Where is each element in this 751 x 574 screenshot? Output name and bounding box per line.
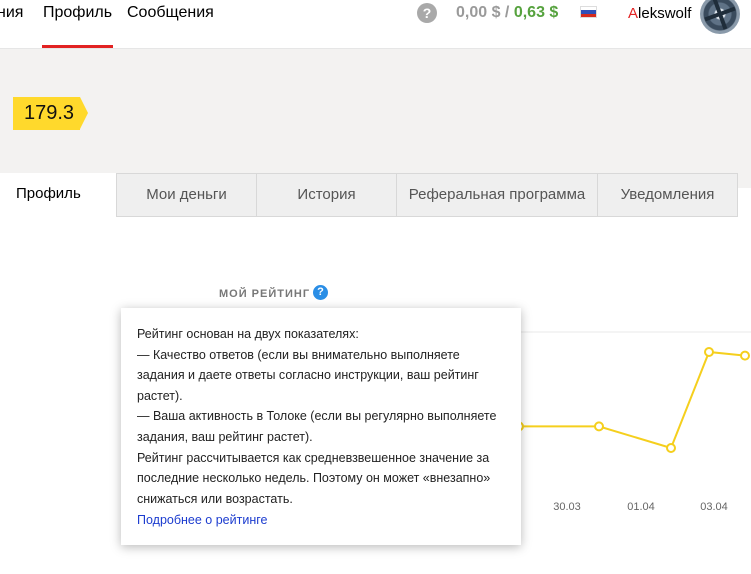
username-rest: lekswolf <box>638 5 692 22</box>
balance-main: 0,00 $ <box>456 4 501 21</box>
rating-section-title: МОЙ РЕЙТИНГ <box>219 288 311 300</box>
nav-item-tasks[interactable]: ния <box>0 4 23 22</box>
balance[interactable]: 0,00 $ / 0,63 $ <box>456 4 558 22</box>
tab-referral[interactable]: Реферальная программа <box>396 173 598 217</box>
x-tick-label-1: 30.03 <box>553 501 581 513</box>
rating-tooltip: Рейтинг основан на двух показателях: — К… <box>121 308 521 545</box>
balance-bonus: 0,63 $ <box>513 4 559 21</box>
tooltip-line-4: Рейтинг рассчитывается как средневзвешен… <box>137 450 491 506</box>
rating-more-link[interactable]: Подробнее о рейтинге <box>137 510 267 530</box>
username[interactable]: Alekswolf <box>628 5 691 22</box>
russia-flag-icon[interactable] <box>580 6 597 18</box>
tooltip-line-1: Рейтинг основан на двух показателях: <box>137 327 359 341</box>
tab-profile[interactable]: Профиль <box>0 173 117 217</box>
rating-point-4[interactable] <box>704 347 714 357</box>
help-icon[interactable]: ? <box>417 3 437 23</box>
avatar[interactable] <box>700 0 740 34</box>
rating-point-5[interactable] <box>740 350 750 361</box>
page: ния Профиль Сообщения ? 0,00 $ / 0,63 $ … <box>0 0 751 574</box>
rating-point-2[interactable] <box>594 421 604 432</box>
username-first-letter: A <box>628 5 639 22</box>
tab-my-money[interactable]: Мои деньги <box>116 173 257 217</box>
profile-tabs: Профиль Мои деньги История Реферальная п… <box>0 173 751 217</box>
profile-header <box>0 48 751 188</box>
top-navigation: ния Профиль Сообщения ? 0,00 $ / 0,63 $ … <box>0 0 751 48</box>
nav-item-profile[interactable]: Профиль <box>41 4 114 48</box>
x-tick-label-3: 03.04 <box>700 501 728 513</box>
balance-separator: / <box>500 4 514 21</box>
x-tick-label-2: 01.04 <box>627 501 655 513</box>
tab-notifications[interactable]: Уведомления <box>597 173 738 217</box>
rating-badge: 179.3 <box>13 97 89 130</box>
rating-point-3[interactable] <box>666 443 676 453</box>
tab-history[interactable]: История <box>256 173 397 217</box>
nav-item-messages[interactable]: Сообщения <box>127 4 214 22</box>
tooltip-line-3: — Ваша активность в Толоке (если вы регу… <box>137 409 497 444</box>
rating-help-icon[interactable]: ? <box>313 285 328 300</box>
tooltip-line-2: — Качество ответов (если вы внимательно … <box>137 347 479 403</box>
